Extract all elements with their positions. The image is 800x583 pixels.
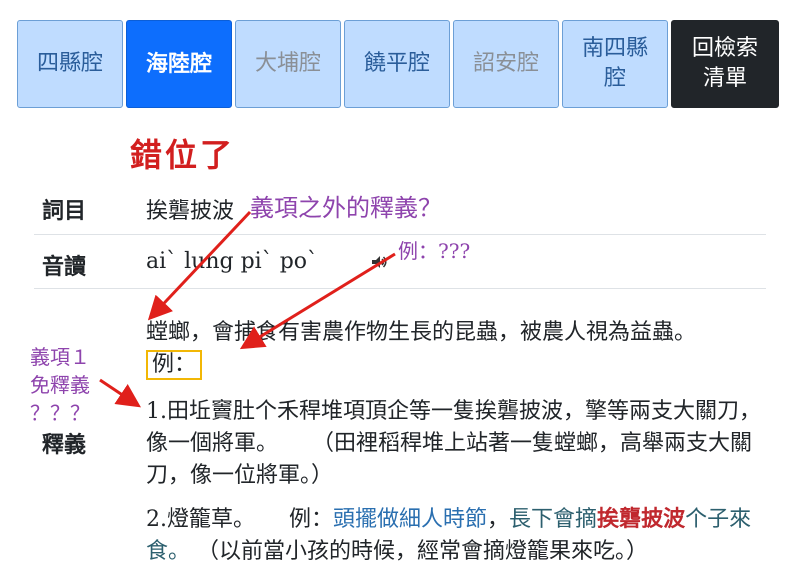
arrow-to-example xyxy=(239,252,396,350)
arrow-to-sense-1 xyxy=(99,378,141,408)
annotation-arrows xyxy=(99,210,396,408)
arrow-to-general-def xyxy=(147,210,252,321)
